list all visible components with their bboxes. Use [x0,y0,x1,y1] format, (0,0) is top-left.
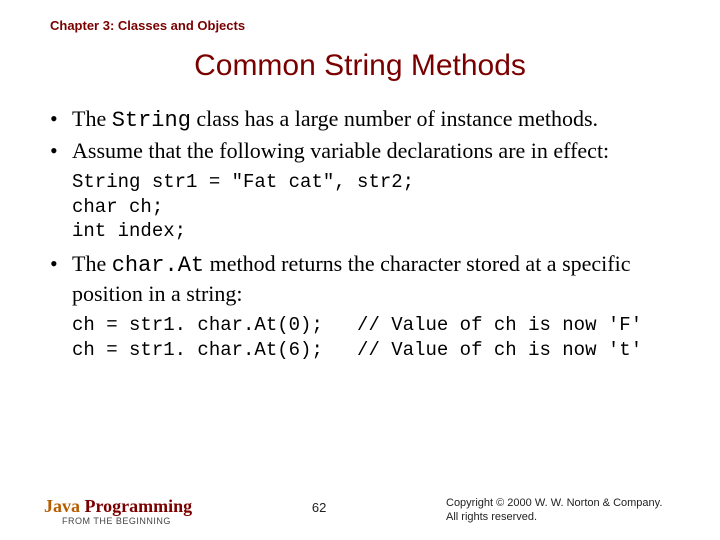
brand-sub: FROM THE BEGINNING [62,516,192,526]
bullet-code: String [112,108,191,133]
bullet-item: Assume that the following variable decla… [44,137,676,165]
code-block-1: String str1 = "Fat cat", str2; char ch; … [72,170,676,244]
bullet-text-pre: The [72,106,112,131]
copyright: Copyright © 2000 W. W. Norton & Company.… [446,496,676,525]
slide-title: Common String Methods [44,49,676,83]
bullet-text-post: class has a large number of instance met… [191,106,598,131]
bullet-item: The String class has a large number of i… [44,105,676,135]
copyright-line2: All rights reserved. [446,511,537,523]
page-number: 62 [312,500,326,515]
brand-java: Java [44,496,80,516]
bullet-text-pre: The [72,251,112,276]
bullet-list: The String class has a large number of i… [44,105,676,164]
bullet-item: The char.At method returns the character… [44,250,676,307]
chapter-label: Chapter 3: Classes and Objects [50,18,676,33]
brand-prog: Programming [80,496,192,516]
brand: Java Programming FROM THE BEGINNING [44,496,192,526]
footer: Java Programming FROM THE BEGINNING 62 C… [44,496,676,526]
slide: Chapter 3: Classes and Objects Common St… [0,0,720,540]
bullet-text-pre: Assume that the following variable decla… [72,138,609,163]
bullet-list-2: The char.At method returns the character… [44,250,676,307]
code-block-2: ch = str1. char.At(0); // Value of ch is… [72,313,676,362]
copyright-line1: Copyright © 2000 W. W. Norton & Company. [446,497,662,509]
brand-main: Java Programming [44,496,192,517]
bullet-code: char.At [112,253,204,278]
